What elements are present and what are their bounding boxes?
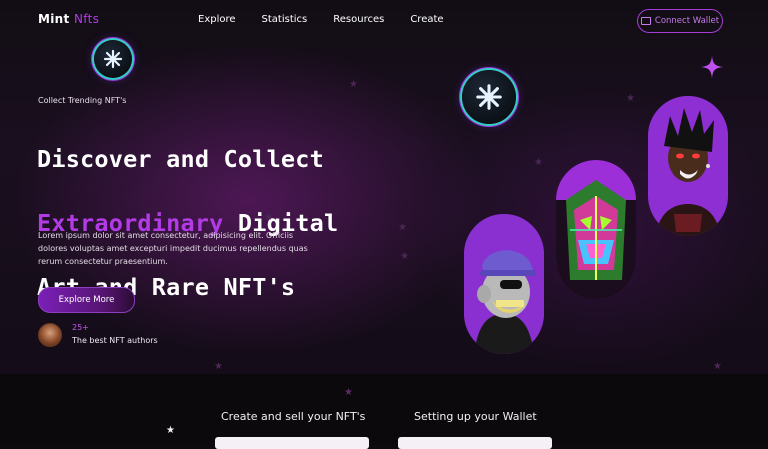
nft-card-character[interactable]	[648, 96, 728, 236]
hero-description: Lorem ipsum dolor sit amet consectetur, …	[38, 231, 308, 266]
nft-character-image	[648, 96, 728, 236]
nav-menu: Explore Statistics Resources Create	[198, 14, 470, 25]
nft-card-ape[interactable]	[464, 214, 544, 354]
headline-line-1: Discover and Collect	[37, 145, 324, 173]
badge-logo-icon	[462, 70, 516, 124]
wallet-icon	[640, 17, 651, 25]
nav-item-resources[interactable]: Resources	[333, 14, 384, 25]
brand-name: Mint	[38, 12, 70, 26]
star-icon: ★	[400, 251, 409, 262]
badge-logo-icon	[94, 40, 132, 78]
connect-wallet-label: Connect Wallet	[654, 16, 720, 26]
top-nav: Mint Nfts Explore Statistics Resources C…	[0, 0, 768, 42]
nav-item-explore[interactable]: Explore	[198, 14, 236, 25]
brand-logo[interactable]: Mint Nfts	[38, 12, 99, 26]
nft-ape-image	[464, 214, 544, 354]
star-icon: ★	[344, 387, 353, 398]
step-card-create-sell[interactable]	[215, 437, 369, 449]
steps-section	[0, 374, 768, 445]
star-icon: ★	[534, 157, 543, 168]
star-icon: ★	[264, 212, 273, 223]
star-icon: ★	[349, 79, 358, 90]
step-card-wallet[interactable]	[398, 437, 552, 449]
hero-eyebrow: Collect Trending NFT's	[38, 96, 127, 105]
hero-section: Mint Nfts Explore Statistics Resources C…	[0, 0, 768, 374]
star-icon: ★	[214, 361, 223, 372]
authors-count: 25+	[72, 323, 89, 332]
author-avatar	[38, 323, 62, 347]
star-icon: ★	[398, 222, 407, 233]
authors-label: The best NFT authors	[72, 336, 158, 345]
nav-item-statistics[interactable]: Statistics	[262, 14, 308, 25]
nav-item-create[interactable]: Create	[410, 14, 443, 25]
star-icon: ★	[166, 425, 175, 436]
asterisk-glyph-icon	[103, 49, 123, 69]
step-title-create-sell: Create and sell your NFT's	[221, 410, 366, 423]
step-title-wallet: Setting up your Wallet	[414, 410, 537, 423]
brand-accent: Nfts	[74, 12, 100, 26]
star-icon: ★	[713, 361, 722, 372]
nft-card-mask[interactable]	[556, 160, 636, 300]
connect-wallet-button[interactable]: Connect Wallet	[637, 9, 723, 33]
asterisk-glyph-icon	[476, 84, 502, 110]
star-icon: ★	[626, 93, 635, 104]
explore-more-button[interactable]: Explore More	[38, 287, 135, 313]
sparkle-icon	[701, 56, 723, 78]
nft-mask-image	[556, 160, 636, 300]
